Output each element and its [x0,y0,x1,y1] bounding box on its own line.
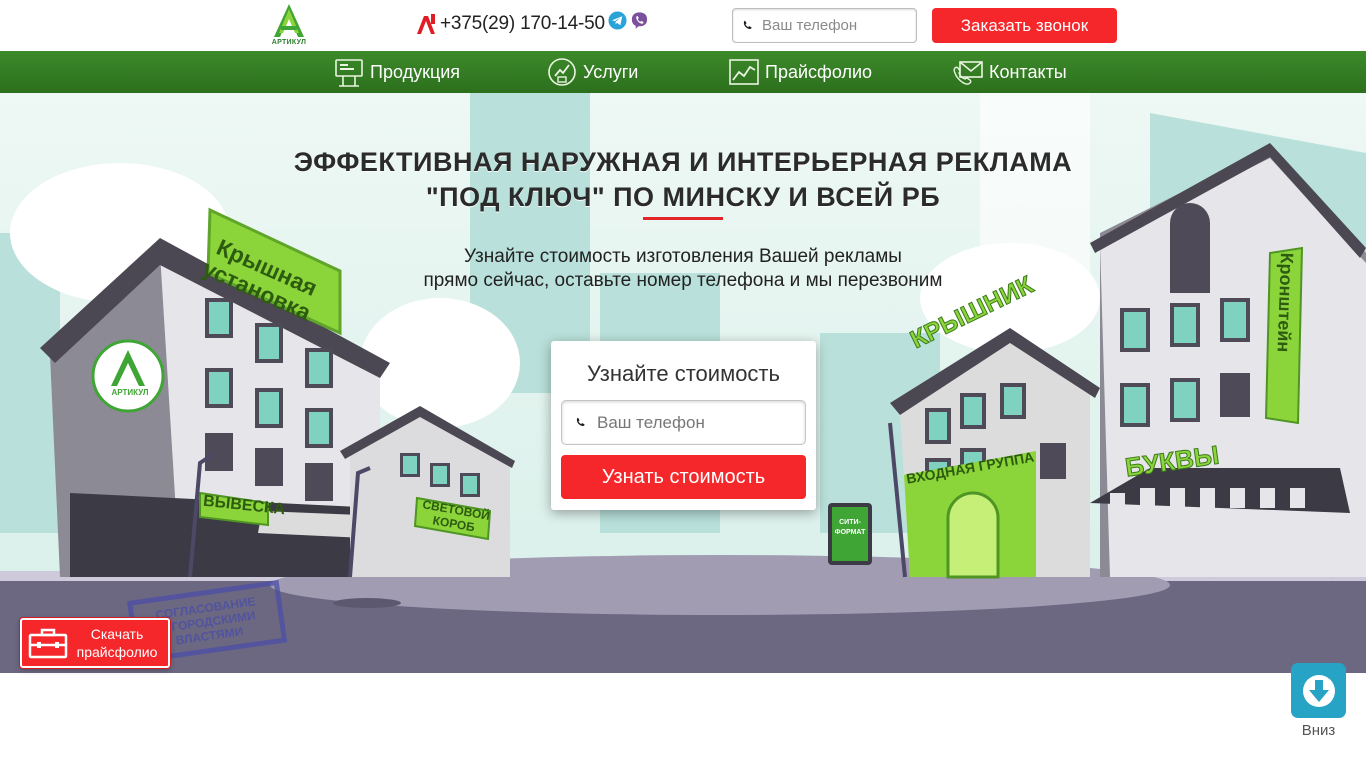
contacts-icon [953,61,983,85]
title-underline [643,217,723,220]
viber-icon[interactable] [630,11,649,30]
telegram-icon[interactable] [608,10,627,30]
hero-subtitle-line1: Узнайте стоимость изготовления Вашей рек… [464,246,902,267]
site-logo[interactable]: АРТИКУЛ [268,3,310,48]
briefcase-icon [28,628,68,659]
sign-city-format: СИТИ- ФОРМАТ [832,518,868,538]
nav-item-services[interactable]: Услуги [546,51,638,93]
header-phone-input[interactable] [762,17,912,34]
sign-city-line2: ФОРМАТ [834,529,866,536]
hero-title: ЭФФЕКТИВНАЯ НАРУЖНАЯ И ИНТЕРЬЕРНАЯ РЕКЛА… [0,145,1366,215]
pricefolio-label-line1: Скачать [90,626,144,642]
header-phone-field[interactable] [732,8,917,43]
chart-icon [729,59,759,85]
nav-item-products[interactable]: Продукция [333,51,460,93]
sign-logo-badge: АРТИКУЛ [111,388,149,397]
logo-text: АРТИКУЛ [271,39,307,46]
site-header: АРТИКУЛ +375(29) 170-14-50 Заказать звон… [0,0,1366,51]
get-price-button[interactable]: Узнать стоимость [561,455,806,499]
nav-item-label: Контакты [989,61,1067,82]
nav-item-contacts[interactable]: Контакты [952,51,1067,93]
order-call-button[interactable]: Заказать звонок [932,8,1117,43]
form-phone-input[interactable] [597,412,797,433]
nav-item-pricefolio[interactable]: Прайсфолио [728,51,872,93]
nav-item-label: Прайсфолио [765,61,873,82]
main-nav: Продукция Услуги Прайсфолио Контакты [0,51,1366,93]
nav-item-label: Продукция [370,61,461,82]
services-icon [548,58,576,86]
pricefolio-label: Скачать прайсфолио [72,625,162,661]
hero-title-line1: ЭФФЕКТИВНАЯ НАРУЖНАЯ И ИНТЕРЬЕРНАЯ РЕКЛА… [293,147,1073,177]
scroll-down-label: Вниз [1301,722,1336,739]
arrow-down-circle-icon [1302,674,1335,707]
scroll-down-button[interactable] [1291,663,1346,718]
billboard-icon [335,59,363,87]
phone-block: +375(29) 170-14-50 [416,10,649,38]
a1-operator-icon [417,14,435,34]
price-request-form: Узнайте стоимость Узнать стоимость [551,341,816,510]
hero-subtitle: Узнайте стоимость изготовления Вашей рек… [0,245,1366,293]
hero-title-line2: "ПОД КЛЮЧ" ПО МИНСКУ И ВСЕЙ РБ [425,182,941,212]
hero-section: Крышная установка АРТИКУЛ ВЫВЕСКА СВЕТОВ… [0,93,1366,673]
phone-number[interactable]: +375(29) 170-14-50 [440,13,605,35]
pricefolio-label-line2: прайсфолио [76,644,158,660]
sign-city-line1: СИТИ- [839,519,861,526]
logo-icon [274,4,304,37]
phone-icon [743,20,752,29]
form-phone-field[interactable] [561,400,806,445]
download-pricefolio-button[interactable]: Скачать прайсфолио [20,618,170,668]
nav-item-label: Услуги [583,61,639,82]
phone-icon [576,417,585,426]
hero-subtitle-line2: прямо сейчас, оставьте номер телефона и … [423,270,943,291]
form-title: Узнайте стоимость [587,361,780,386]
